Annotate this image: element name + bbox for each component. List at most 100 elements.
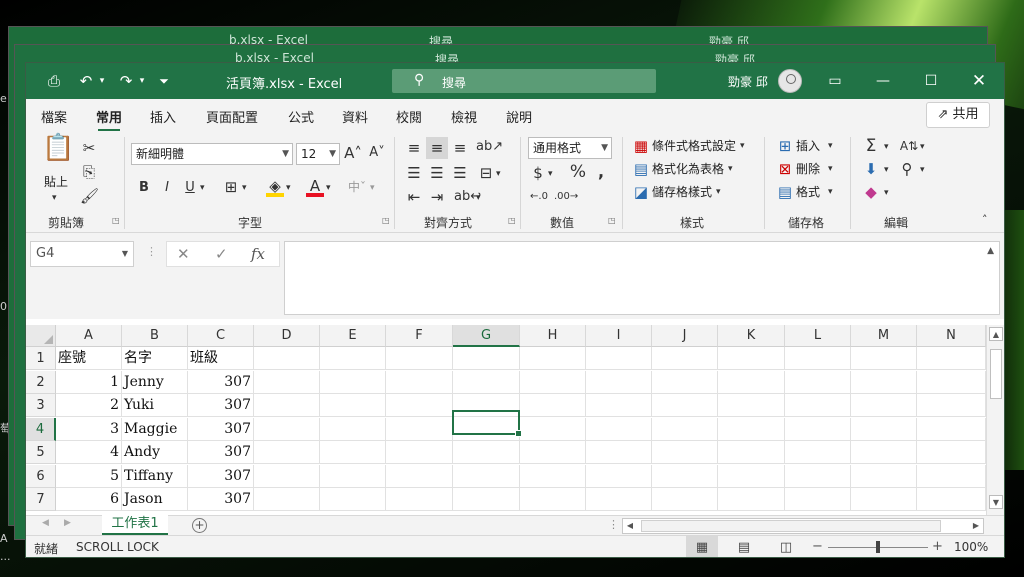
format-as-table-button[interactable]: 格式化為表格 bbox=[652, 160, 724, 178]
table-cell[interactable] bbox=[520, 370, 586, 394]
merge-dropdown-icon[interactable]: ▾ bbox=[496, 165, 501, 183]
table-cell[interactable] bbox=[586, 441, 652, 464]
previous-sheet-icon[interactable]: ◀ bbox=[42, 518, 49, 528]
sort-filter-icon[interactable]: A⇅ bbox=[898, 137, 920, 155]
font-name-select[interactable]: 新細明體 ▼ bbox=[131, 143, 293, 165]
close-icon[interactable]: ✕ bbox=[956, 63, 1002, 99]
increase-decimal-icon[interactable]: ←.0 bbox=[528, 188, 550, 206]
horizontal-scroll-thumb[interactable] bbox=[641, 520, 941, 532]
format-cells-button[interactable]: 格式 bbox=[796, 183, 820, 201]
bold-icon[interactable]: B bbox=[136, 179, 152, 197]
formula-input[interactable]: ▲ bbox=[284, 241, 1000, 315]
middle-align-icon[interactable]: ≡ bbox=[426, 137, 448, 159]
chevron-down-icon[interactable]: ▾ bbox=[828, 183, 833, 201]
table-cell[interactable] bbox=[520, 488, 586, 511]
font-color-dropdown-icon[interactable]: ▾ bbox=[326, 179, 331, 197]
percent-icon[interactable]: % bbox=[568, 163, 588, 181]
column-header[interactable]: H bbox=[520, 325, 586, 347]
column-header[interactable]: F bbox=[386, 325, 453, 347]
currency-dropdown-icon[interactable]: ▾ bbox=[548, 165, 553, 183]
sheet-tab-active[interactable]: 工作表1 bbox=[102, 515, 168, 535]
table-cell[interactable]: 307 bbox=[188, 464, 254, 488]
table-cell[interactable] bbox=[851, 488, 917, 511]
column-header-selected[interactable]: G bbox=[453, 325, 520, 347]
chevron-down-icon[interactable]: ▾ bbox=[920, 138, 925, 156]
italic-icon[interactable]: I bbox=[159, 179, 175, 197]
font-color-icon[interactable]: A bbox=[306, 177, 324, 197]
table-cell[interactable] bbox=[386, 394, 453, 417]
table-cell[interactable]: 307 bbox=[188, 370, 254, 394]
table-cell[interactable] bbox=[785, 394, 851, 417]
table-cell[interactable]: Jenny bbox=[122, 370, 188, 394]
scroll-down-icon[interactable]: ▼ bbox=[989, 495, 1003, 509]
collapse-ribbon-icon[interactable]: ˄ bbox=[982, 211, 988, 229]
table-cell[interactable] bbox=[386, 488, 453, 511]
tab-page-layout[interactable]: 頁面配置 bbox=[206, 107, 258, 126]
share-button[interactable]: ⇗ 共用 bbox=[926, 102, 990, 128]
table-cell[interactable] bbox=[586, 464, 652, 488]
table-cell[interactable] bbox=[254, 417, 320, 441]
zoom-in-icon[interactable]: + bbox=[932, 539, 943, 554]
table-cell[interactable] bbox=[254, 347, 320, 370]
table-cell[interactable] bbox=[320, 488, 386, 511]
tab-help[interactable]: 說明 bbox=[506, 107, 532, 126]
column-header[interactable]: I bbox=[586, 325, 652, 347]
table-cell[interactable] bbox=[917, 347, 986, 370]
name-box[interactable]: G4 ▼ bbox=[30, 241, 134, 267]
worksheet-grid[interactable]: A B C D E F G H I J K L M N 1 座號 名字 班級 2 1 Jen… bbox=[26, 319, 1004, 515]
table-cell[interactable] bbox=[652, 464, 718, 488]
table-cell[interactable] bbox=[320, 417, 386, 441]
column-header[interactable]: M bbox=[851, 325, 917, 347]
delete-cells-button[interactable]: 刪除 bbox=[796, 160, 820, 178]
row-header[interactable]: 1 bbox=[26, 347, 56, 370]
table-cell[interactable] bbox=[254, 394, 320, 417]
insert-function-icon[interactable]: fx bbox=[251, 245, 265, 263]
chevron-down-icon[interactable]: ▾ bbox=[884, 138, 889, 156]
ribbon-display-options-icon[interactable]: ▭ bbox=[812, 63, 858, 99]
clear-icon[interactable]: ◆ bbox=[862, 183, 880, 201]
minimize-icon[interactable]: — bbox=[860, 63, 906, 99]
table-cell[interactable] bbox=[851, 370, 917, 394]
tab-file[interactable]: 檔案 bbox=[41, 107, 67, 126]
table-cell[interactable] bbox=[320, 370, 386, 394]
chevron-down-icon[interactable]: ▾ bbox=[716, 183, 721, 201]
page-break-preview-icon[interactable]: ◫ bbox=[770, 536, 802, 557]
table-cell[interactable] bbox=[917, 441, 986, 464]
table-cell[interactable] bbox=[652, 488, 718, 511]
table-cell[interactable]: 6 bbox=[56, 488, 122, 511]
table-cell[interactable] bbox=[586, 394, 652, 417]
undo-dropdown-icon[interactable]: ▾ bbox=[92, 71, 112, 91]
collapse-formula-bar-icon[interactable]: ▲ bbox=[987, 246, 994, 256]
row-header[interactable]: 7 bbox=[26, 488, 56, 511]
title-bar[interactable]: ⎙ ↶ ▾ ↷ ▾ ⏷ 活頁簿.xlsx - Excel ⚲ 搜尋 勁豪 邱 ▭… bbox=[26, 63, 1004, 99]
decrease-decimal-icon[interactable]: .00→ bbox=[554, 188, 578, 206]
column-header[interactable]: C bbox=[188, 325, 254, 347]
column-header[interactable]: E bbox=[320, 325, 386, 347]
table-cell[interactable] bbox=[652, 441, 718, 464]
zoom-out-icon[interactable]: − bbox=[812, 539, 823, 554]
table-cell[interactable] bbox=[718, 347, 785, 370]
column-header[interactable]: N bbox=[917, 325, 986, 347]
comma-style-icon[interactable]: , bbox=[594, 163, 608, 181]
chevron-down-icon[interactable]: ▾ bbox=[740, 137, 745, 155]
copy-icon[interactable]: ⎘ bbox=[80, 163, 98, 181]
tab-view[interactable]: 檢視 bbox=[451, 107, 477, 126]
vertical-scroll-thumb[interactable] bbox=[990, 349, 1002, 399]
borders-icon[interactable]: ⊞ bbox=[222, 178, 240, 196]
chevron-down-icon[interactable]: ▾ bbox=[828, 137, 833, 155]
find-select-icon[interactable]: ⚲ bbox=[898, 160, 916, 178]
autosave-icon[interactable]: ⎙ bbox=[44, 71, 64, 91]
table-cell[interactable] bbox=[586, 347, 652, 370]
customize-toolbar-icon[interactable]: ⏷ bbox=[154, 71, 174, 91]
table-cell[interactable]: 3 bbox=[56, 417, 122, 441]
merge-center-icon[interactable]: ⊟ bbox=[476, 164, 496, 182]
table-cell[interactable]: 班級 bbox=[188, 347, 254, 370]
chevron-down-icon[interactable]: ▾ bbox=[884, 161, 889, 179]
insert-cells-icon[interactable]: ⊞ bbox=[776, 137, 794, 155]
redo-dropdown-icon[interactable]: ▾ bbox=[132, 71, 152, 91]
table-cell[interactable] bbox=[917, 488, 986, 511]
cell-styles-icon[interactable]: ◪ bbox=[632, 183, 650, 201]
row-header[interactable]: 4 bbox=[26, 417, 56, 441]
table-cell[interactable]: 4 bbox=[56, 441, 122, 464]
chevron-down-icon[interactable]: ▾ bbox=[920, 161, 925, 179]
